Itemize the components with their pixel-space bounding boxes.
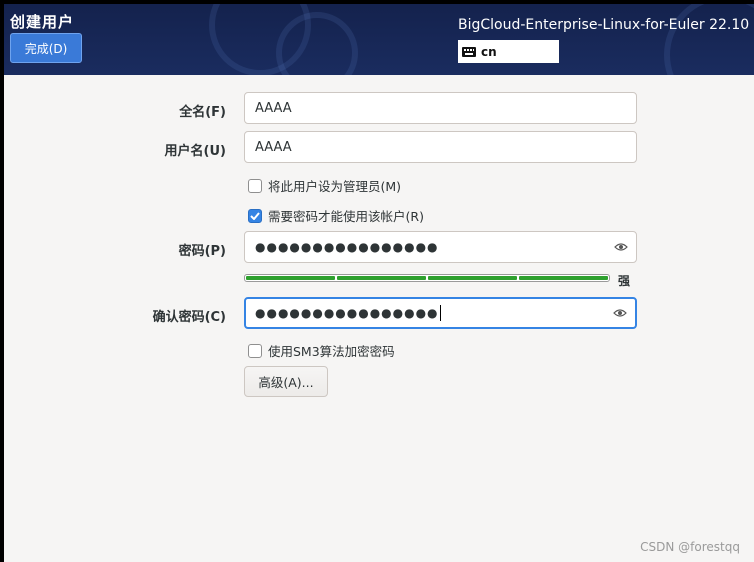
require-password-checkbox[interactable] [248, 208, 262, 223]
keyboard-icon [462, 46, 476, 57]
password-strength-bar [244, 274, 610, 282]
text-caret [439, 305, 441, 321]
confirm-password-value: ●●●●●●●●●●●●●●●● [255, 306, 439, 320]
admin-checkbox[interactable] [248, 178, 262, 193]
header-bar: 创建用户 完成(D) BigCloud-Enterprise-Linux-for… [4, 4, 754, 75]
keyboard-layout-label: cn [481, 44, 497, 59]
username-label: 用户名(U) [164, 144, 226, 159]
strength-segment [519, 276, 608, 280]
advanced-button[interactable]: 高级(A)... [244, 366, 328, 397]
sm3-checkbox-row[interactable]: 使用SM3算法加密密码 [248, 341, 395, 360]
password-label: 密码(P) [178, 244, 226, 259]
strength-segment [246, 276, 335, 280]
watermark: CSDN @forestqq [640, 540, 740, 554]
username-value: AAAA [255, 139, 292, 155]
password-value: ●●●●●●●●●●●●●●●● [255, 240, 439, 254]
fullname-field[interactable]: AAAA [244, 92, 637, 124]
strength-segment [428, 276, 517, 280]
confirm-password-label: 确认密码(C) [152, 310, 226, 325]
fullname-label: 全名(F) [179, 105, 226, 120]
confirm-password-field[interactable]: ●●●●●●●●●●●●●●●● [244, 297, 637, 329]
require-password-checkbox-row[interactable]: 需要密码才能使用该帐户(R) [248, 206, 424, 225]
sm3-checkbox[interactable] [248, 343, 262, 358]
admin-checkbox-label: 将此用户设为管理员(M) [268, 179, 402, 194]
done-button[interactable]: 完成(D) [10, 33, 82, 63]
checkmark-icon [250, 211, 260, 220]
username-field[interactable]: AAAA [244, 131, 637, 163]
keyboard-layout-indicator[interactable]: cn [458, 40, 559, 63]
admin-checkbox-row[interactable]: 将此用户设为管理员(M) [248, 176, 401, 195]
show-confirm-password-eye-icon[interactable] [613, 308, 627, 318]
sm3-checkbox-label: 使用SM3算法加密密码 [268, 344, 395, 359]
password-strength-label: 强 [618, 274, 631, 288]
strength-segment [337, 276, 426, 280]
require-password-label: 需要密码才能使用该帐户(R) [268, 209, 424, 224]
password-field[interactable]: ●●●●●●●●●●●●●●●● [244, 231, 637, 263]
show-password-eye-icon[interactable] [614, 242, 628, 252]
create-user-window: 创建用户 完成(D) BigCloud-Enterprise-Linux-for… [4, 4, 754, 562]
product-title: BigCloud-Enterprise-Linux-for-Euler 22.1… [458, 17, 754, 33]
page-title: 创建用户 [10, 13, 75, 31]
fullname-value: AAAA [255, 100, 292, 116]
